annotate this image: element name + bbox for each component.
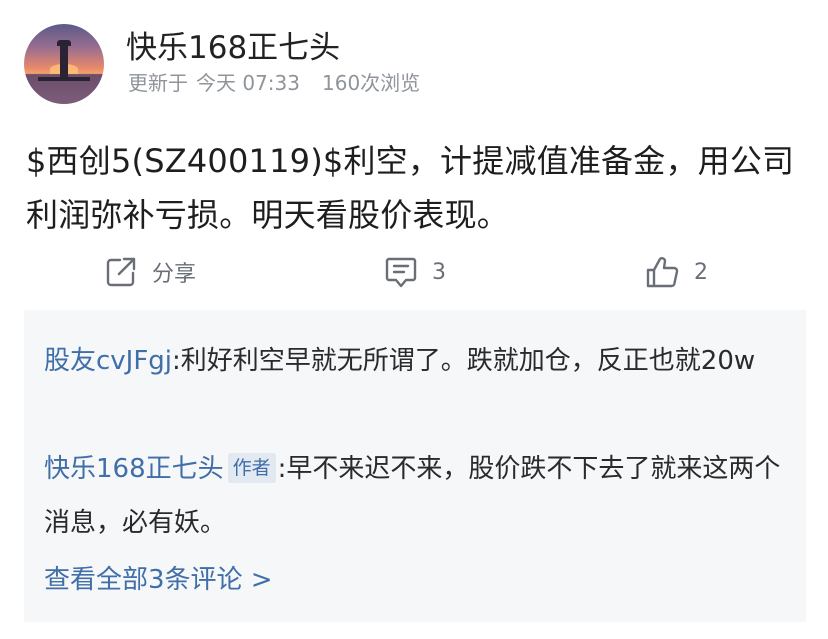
share-button[interactable]: 分享 — [104, 254, 196, 290]
updated-time: 今天 07:33 — [196, 71, 300, 95]
like-button[interactable]: 2 — [644, 254, 708, 290]
avatar-lighthouse — [60, 44, 68, 78]
comments-panel: 股友cvJFgj:利好利空早就无所谓了。跌就加仓，反正也就20w 快乐168正七… — [24, 310, 806, 622]
share-icon — [104, 255, 138, 289]
action-bar: 分享 3 2 — [0, 250, 828, 294]
comment-count: 3 — [432, 259, 446, 285]
like-count: 2 — [694, 259, 708, 285]
share-label: 分享 — [152, 262, 197, 287]
avatar-pier — [38, 77, 90, 81]
comment-item: 快乐168正七头 作者:早不来迟不来，股价跌不下去了就来这两个消息，必有妖。 — [44, 442, 784, 550]
thumbs-up-icon — [644, 254, 680, 290]
post-header: 快乐168正七头 更新于 今天 07:33 160次浏览 — [24, 24, 804, 106]
updated-label: 更新于 — [128, 71, 188, 95]
view-count: 160次浏览 — [322, 71, 421, 95]
commenter-name[interactable]: 快乐168正七头 — [44, 454, 224, 484]
author-badge: 作者 — [227, 453, 276, 483]
comment-text: :利好利空早就无所谓了。跌就加仓，反正也就20w — [172, 346, 756, 376]
author-name[interactable]: 快乐168正七头 — [126, 28, 340, 68]
post-meta: 更新于 今天 07:33 160次浏览 — [128, 70, 428, 96]
commenter-name[interactable]: 股友cvJFgj — [44, 346, 172, 376]
comment-icon — [384, 254, 418, 290]
view-all-comments-link[interactable]: 查看全部3条评论 > — [44, 560, 273, 600]
avatar[interactable] — [24, 24, 104, 104]
post-content: $西创5(SZ400119)$利空，计提减值准备金，用公司利润弥补亏损。明天看股… — [26, 142, 795, 234]
comment-item: 股友cvJFgj:利好利空早就无所谓了。跌就加仓，反正也就20w — [44, 334, 784, 388]
comment-button[interactable]: 3 — [384, 254, 446, 290]
